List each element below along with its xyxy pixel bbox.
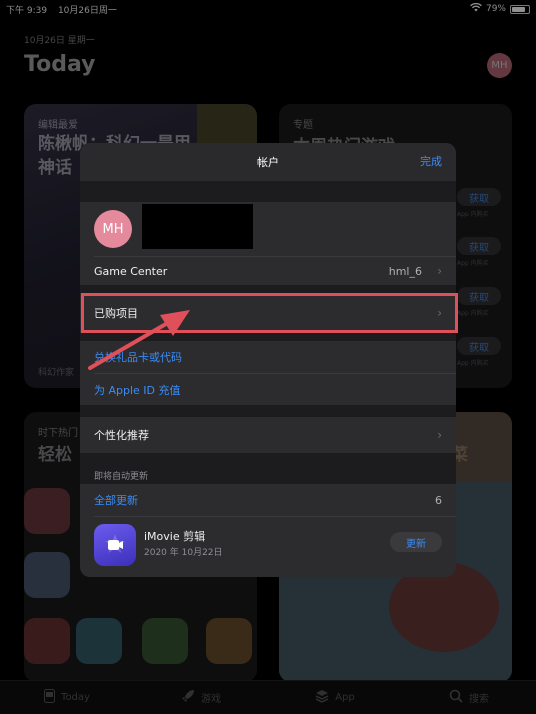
update-button[interactable]: 更新: [390, 532, 442, 552]
highlight-box: [81, 293, 458, 333]
chevron-right-icon: ›: [437, 428, 442, 442]
redeem-row[interactable]: 兑换礼品卡或代码: [80, 341, 456, 373]
sheet-header: 帐户 完成: [80, 143, 456, 181]
game-center-label: Game Center: [94, 264, 168, 278]
account-sheet: 帐户 完成 MH Game Center hml_6 › 已购项目 › 兑换礼品…: [80, 143, 456, 577]
personalized-recommendations-row[interactable]: 个性化推荐 ›: [80, 417, 456, 453]
personalized-group: 个性化推荐 ›: [80, 417, 456, 453]
sheet-title: 帐户: [257, 156, 279, 169]
wallet-group: 兑换礼品卡或代码 为 Apple ID 充值: [80, 341, 456, 405]
update-count: 6: [435, 493, 442, 507]
update-app-date: 2020 年 10月22日: [144, 548, 223, 558]
game-center-value: hml_6: [388, 264, 422, 278]
update-all-button[interactable]: 全部更新: [94, 492, 138, 508]
update-all-row: 全部更新 6: [80, 484, 456, 516]
pending-updates-header: 即将自动更新: [94, 472, 149, 482]
add-funds-link: 为 Apple ID 充值: [94, 383, 181, 397]
add-funds-row[interactable]: 为 Apple ID 充值: [80, 374, 456, 405]
redeem-link: 兑换礼品卡或代码: [94, 351, 182, 364]
imovie-icon: [94, 524, 136, 566]
personalized-label: 个性化推荐: [94, 429, 149, 442]
profile-group: MH Game Center hml_6 ›: [80, 202, 456, 285]
update-app-name: iMovie 剪辑: [144, 530, 206, 543]
update-app-row[interactable]: iMovie 剪辑 2020 年 10月22日 更新: [80, 517, 456, 577]
updates-group: 全部更新 6 iMovie 剪辑 2020 年 10月22日 更新: [80, 484, 456, 577]
chevron-right-icon: ›: [437, 264, 442, 278]
done-button[interactable]: 完成: [420, 153, 442, 169]
game-center-row[interactable]: Game Center hml_6 ›: [80, 257, 456, 285]
redacted-account-name: [142, 204, 253, 249]
avatar: MH: [94, 210, 132, 248]
profile-row[interactable]: MH: [80, 202, 456, 256]
